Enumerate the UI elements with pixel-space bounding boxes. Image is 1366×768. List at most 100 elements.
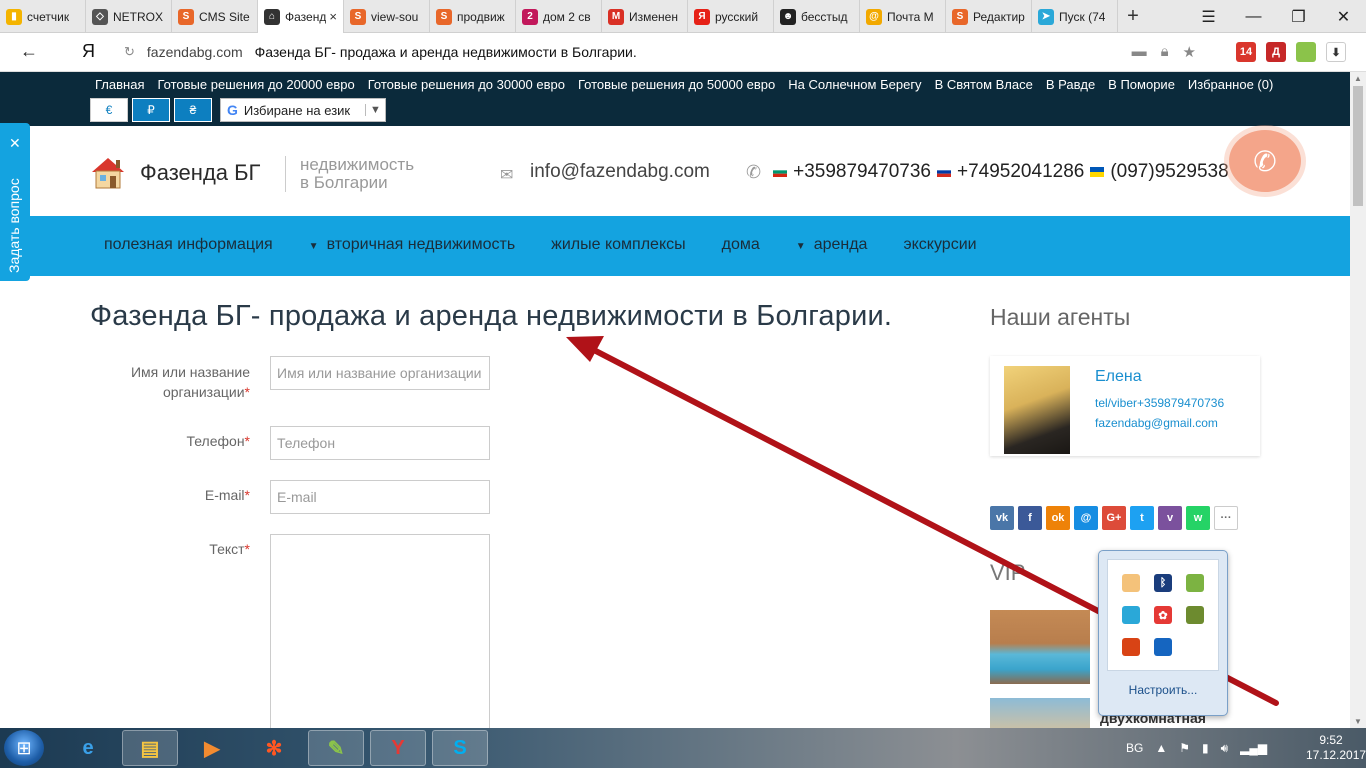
tray-app-icon-7[interactable] <box>1122 638 1140 656</box>
google-translate-select[interactable]: G Избиране на език ▼ <box>220 98 386 122</box>
restore-button[interactable]: ❐ <box>1276 0 1321 33</box>
browser-tab[interactable]: S Редактир <box>946 0 1032 33</box>
share-viber-icon[interactable]: v <box>1158 506 1182 530</box>
download-icon[interactable]: ⬇ <box>1326 42 1346 62</box>
browser-tab[interactable]: Sview-sou <box>344 0 430 33</box>
url-field[interactable]: ↻ fazendabg.com Фазенда БГ- продажа и ар… <box>124 38 1224 66</box>
close-tab-icon[interactable]: × <box>329 9 337 24</box>
vip-listing-image[interactable] <box>990 610 1090 684</box>
bird-tray-icon[interactable] <box>1186 606 1204 624</box>
house-logo-icon[interactable] <box>90 156 126 190</box>
power-icon[interactable]: ▮ <box>1202 741 1209 755</box>
browser-tab[interactable]: S CMS Site <box>172 0 258 33</box>
share-odnoklassniki-icon[interactable]: ok <box>1046 506 1070 530</box>
phone-ru[interactable]: +74952041286 <box>957 161 1084 183</box>
flag-icon[interactable]: ⚑ <box>1179 741 1190 755</box>
volume-icon[interactable]: 🔊︎ <box>1221 741 1229 756</box>
currency-euro-button[interactable]: € <box>90 98 128 122</box>
top-nav-link[interactable]: Главная <box>95 77 144 92</box>
currency-hryvnia-button[interactable]: ₴ <box>174 98 212 122</box>
browser-tab[interactable]: Sпродвиж <box>430 0 516 33</box>
internet-explorer-icon[interactable]: e <box>60 730 116 766</box>
close-icon[interactable]: ✕ <box>9 135 21 152</box>
notepad-extension-icon[interactable] <box>1296 42 1316 62</box>
browser-tab[interactable]: ◇ NETROX <box>86 0 172 33</box>
agent-phone-link[interactable]: tel/viber+359879470736 <box>1095 396 1224 410</box>
lock-icon[interactable]: 🔒︎ <box>1161 43 1169 61</box>
vip-listing-image-2[interactable] <box>990 698 1090 728</box>
agent-email-link[interactable]: fazendabg@gmail.com <box>1095 416 1218 430</box>
language-indicator[interactable]: BG <box>1126 741 1143 755</box>
main-nav-item[interactable]: жилые комплексы <box>551 236 685 254</box>
scroll-down-icon[interactable]: ▼ <box>1354 717 1362 726</box>
app-flower-icon[interactable]: ✻ <box>246 730 302 766</box>
share-facebook-icon[interactable]: f <box>1018 506 1042 530</box>
taskbar-clock[interactable]: 9:52 17.12.2017 <box>1306 733 1366 763</box>
browser-tab[interactable]: M Изменен <box>602 0 688 33</box>
main-nav-item[interactable]: экскурсии <box>903 236 976 254</box>
phone-bg[interactable]: +359879470736 <box>793 161 931 183</box>
share-googleplus-icon[interactable]: G+ <box>1102 506 1126 530</box>
bluetooth-icon[interactable]: ᛒ <box>1154 574 1172 592</box>
close-window-button[interactable]: ✕ <box>1321 0 1366 33</box>
browser-tab[interactable]: ➤ Пуск (74 <box>1032 0 1118 33</box>
back-button[interactable]: ← <box>20 41 38 62</box>
network-icon[interactable]: ▂▄▆ <box>1240 741 1267 755</box>
star-bookmark-icon[interactable]: ★ <box>1183 43 1196 61</box>
site-logo-name[interactable]: Фазенда БГ <box>140 160 260 186</box>
main-nav-item[interactable]: полезная информация <box>104 236 273 254</box>
new-tab-button[interactable]: + <box>1118 0 1148 33</box>
page-scrollbar[interactable]: ▲ ▼ <box>1350 72 1366 728</box>
callback-phone-button[interactable]: ✆ <box>1229 130 1301 192</box>
main-nav-item[interactable]: ▼ вторичная недвижимость <box>309 236 515 254</box>
phone-ua[interactable]: (097)9529538 <box>1110 161 1228 183</box>
phone-input[interactable]: Телефон <box>270 426 490 460</box>
agent-name[interactable]: Елена <box>1095 368 1142 386</box>
ask-question-tab[interactable]: ✕ Задать вопрос <box>0 123 30 281</box>
d-extension-icon[interactable]: Д <box>1266 42 1286 62</box>
counter-extension-icon[interactable]: 14 <box>1236 42 1256 62</box>
main-nav-item[interactable]: дома <box>722 236 760 254</box>
share-twitter-icon[interactable]: t <box>1130 506 1154 530</box>
reload-icon[interactable]: ↻ <box>124 44 135 60</box>
browser-tab[interactable]: ▮ счетчик <box>0 0 86 33</box>
share-whatsapp-icon[interactable]: w <box>1186 506 1210 530</box>
name-input[interactable]: Имя или название организации <box>270 356 490 390</box>
browser-tab[interactable]: ☻ бесстыд <box>774 0 860 33</box>
email-input[interactable]: E-mail <box>270 480 490 514</box>
main-nav-item[interactable]: ▼ аренда <box>796 236 868 254</box>
share-more-icon[interactable]: ··· <box>1214 506 1238 530</box>
yandex-browser-icon[interactable]: Y <box>370 730 426 766</box>
top-nav-link[interactable]: В Поморие <box>1108 77 1175 92</box>
show-hidden-icons-icon[interactable]: ▲ <box>1155 741 1167 755</box>
share-moimir-icon[interactable]: @ <box>1074 506 1098 530</box>
tray-configure-link[interactable]: Настроить... <box>1099 683 1227 697</box>
browser-tab[interactable]: Ярусский <box>688 0 774 33</box>
yandex-button[interactable]: Я <box>82 41 95 62</box>
share-vk-icon[interactable]: vk <box>990 506 1014 530</box>
browser-tab[interactable]: @ Почта М <box>860 0 946 33</box>
top-nav-link[interactable]: Готовые решения до 20000 евро <box>157 77 354 92</box>
notepadpp-icon[interactable]: ✎ <box>308 730 364 766</box>
media-player-icon[interactable]: ▶ <box>184 730 240 766</box>
comment-icon[interactable]: ▬ <box>1132 43 1147 61</box>
top-nav-link[interactable]: Готовые решения до 50000 евро <box>578 77 775 92</box>
browser-tab[interactable]: 2 дом 2 св <box>516 0 602 33</box>
tray-app-icon-1[interactable] <box>1122 574 1140 592</box>
tray-app-icon-8[interactable] <box>1154 638 1172 656</box>
header-email-link[interactable]: info@fazendabg.com <box>530 161 710 183</box>
top-nav-link[interactable]: Готовые решения до 30000 евро <box>368 77 565 92</box>
evernote-icon[interactable] <box>1186 574 1204 592</box>
top-nav-link[interactable]: В Святом Власе <box>935 77 1033 92</box>
top-nav-link[interactable]: На Солнечном Берегу <box>788 77 921 92</box>
currency-ruble-button[interactable]: ₽ <box>132 98 170 122</box>
browser-tab[interactable]: ⌂ Фазенд × <box>258 0 344 33</box>
paper-plane-tray-icon[interactable] <box>1122 606 1140 624</box>
windows-start-button[interactable]: ⊞ <box>4 730 44 766</box>
file-explorer-icon[interactable]: ▤ <box>122 730 178 766</box>
scroll-up-icon[interactable]: ▲ <box>1354 74 1362 83</box>
top-nav-link[interactable]: В Равде <box>1046 77 1095 92</box>
browser-menu-icon[interactable]: ☰ <box>1186 0 1231 33</box>
scrollbar-thumb[interactable] <box>1353 86 1363 206</box>
minimize-button[interactable]: — <box>1231 0 1276 33</box>
